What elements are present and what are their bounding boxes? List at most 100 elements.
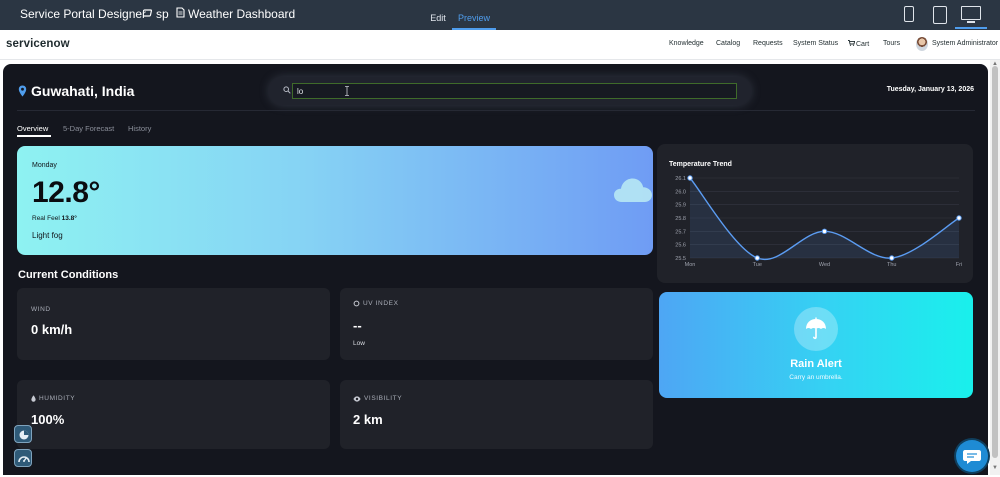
scrollbar-thumb[interactable] (992, 66, 998, 458)
y-tick-label: 25.6 (675, 243, 686, 249)
widget-inspector-button[interactable] (14, 425, 32, 443)
nav-cart[interactable]: Cart (848, 40, 869, 48)
header-divider (17, 110, 975, 111)
tab-preview[interactable]: Preview (452, 0, 496, 30)
uv-index-card: UV INDEX -- Low (340, 288, 653, 360)
city-search-input[interactable] (292, 83, 737, 99)
visibility-value: 2 km (353, 412, 383, 427)
temperature-trend-card: Temperature Trend 25.5 25.6 25.7 25.8 25.9 26… (657, 144, 973, 283)
visibility-header: VISIBILITY (353, 395, 402, 402)
real-feel: Real Feel 13.8° (32, 215, 77, 222)
servicenow-logo[interactable]: servicenow (6, 38, 70, 50)
umbrella-badge (794, 307, 838, 351)
chat-bubble-icon (963, 450, 981, 464)
temperature-point[interactable] (956, 215, 962, 221)
desktop-stand (967, 21, 975, 23)
current-date: Tuesday, January 13, 2026 (886, 86, 974, 93)
x-tick-label: Tue (753, 262, 762, 268)
pie-chart-icon (19, 430, 29, 440)
tab-5-day-forecast[interactable]: 5-Day Forecast (63, 124, 114, 133)
wind-value: 0 km/h (31, 322, 73, 337)
current-conditions-title: Current Conditions (18, 269, 119, 281)
x-tick-label: Mon (685, 262, 696, 268)
nav-knowledge[interactable]: Knowledge (669, 40, 704, 47)
uv-index-header: UV INDEX (353, 300, 399, 307)
eye-icon (353, 395, 361, 402)
uv-index-label: UV INDEX (363, 300, 399, 307)
breadcrumb-page[interactable]: Weather Dashboard (176, 7, 295, 21)
nav-catalog[interactable]: Catalog (716, 40, 740, 47)
y-tick-label: 25.9 (675, 203, 686, 209)
active-device-indicator (955, 27, 987, 29)
rain-alert-title: Rain Alert (790, 358, 842, 370)
temperature-point[interactable] (821, 228, 828, 235)
uv-index-level: Low (353, 340, 365, 347)
tab-history[interactable]: History (128, 124, 151, 133)
designer-toolbar: Service Portal Designer sp Weather Dashb… (0, 0, 1000, 30)
temperature-trend-chart: 25.525.625.725.825.926.026.1Mon Tue Wed Thu… (675, 175, 962, 268)
cart-icon (848, 40, 856, 48)
x-tick-label: Thu (887, 262, 896, 268)
breadcrumb-page-label: Weather Dashboard (188, 7, 296, 21)
text-cursor-icon (345, 86, 349, 96)
designer-tabs: Edit Preview (424, 0, 496, 30)
nav-requests[interactable]: Requests (753, 40, 783, 47)
location-name: Guwahati, India (31, 83, 135, 99)
temperature-point[interactable] (687, 175, 693, 181)
humidity-value: 100% (31, 412, 65, 427)
current-temperature: 12.8° (32, 176, 100, 209)
x-tick-label: Fri (956, 262, 962, 268)
visibility-card: VISIBILITY 2 km (340, 380, 653, 449)
humidity-header: HUMIDITY (31, 395, 75, 402)
y-tick-label: 25.7 (675, 229, 686, 235)
temperature-point[interactable] (889, 255, 895, 261)
portal-icon (141, 8, 153, 21)
x-tick-label: Wed (819, 262, 830, 268)
real-feel-value: 13.8° (61, 215, 77, 222)
chat-button[interactable] (956, 440, 988, 472)
current-day: Monday (32, 162, 57, 169)
gauge-icon (18, 456, 30, 463)
active-tab-indicator (17, 135, 51, 137)
nav-tours[interactable]: Tours (883, 40, 900, 47)
humidity-label: HUMIDITY (39, 395, 76, 402)
uv-index-value: -- (353, 318, 362, 333)
tablet-icon[interactable] (933, 6, 947, 24)
umbrella-icon (806, 317, 826, 340)
user-avatar[interactable] (916, 37, 928, 51)
tab-edit[interactable]: Edit (424, 0, 452, 30)
search-icon (283, 86, 291, 94)
weather-description: Light fog (32, 231, 63, 240)
location-header: Guwahati, India (18, 83, 134, 99)
real-feel-label: Real Feel (32, 215, 60, 222)
current-weather-card: Monday 12.8° Real Feel 13.8° Light fog (17, 146, 653, 255)
scroll-up-icon[interactable]: ▲ (992, 61, 998, 67)
cloud-icon (614, 178, 652, 202)
user-name[interactable]: System Administrator (932, 40, 998, 47)
nav-cart-label: Cart (856, 40, 870, 48)
temperature-point[interactable] (754, 255, 760, 261)
weather-dashboard: Guwahati, India Tuesday, January 13, 202… (3, 64, 988, 475)
nav-system-status[interactable]: System Status (793, 40, 838, 47)
rain-alert-message: Carry an umbrella. (789, 374, 843, 381)
droplet-icon (31, 395, 36, 402)
search-container (269, 77, 751, 105)
y-tick-label: 25.8 (675, 216, 686, 222)
portal-header: servicenow Knowledge Catalog Requests Sy… (0, 30, 1000, 60)
visibility-label: VISIBILITY (364, 395, 403, 402)
page-icon (176, 7, 185, 21)
breadcrumb-portal[interactable]: sp (141, 7, 169, 21)
y-tick-label: 26.1 (675, 176, 686, 182)
sun-icon (353, 300, 360, 307)
performance-button[interactable] (14, 449, 32, 467)
y-tick-label: 26.0 (675, 189, 686, 195)
rain-alert-card: Rain Alert Carry an umbrella. (659, 292, 973, 398)
desktop-icon[interactable] (961, 6, 981, 20)
breadcrumb-portal-label: sp (156, 7, 169, 21)
tab-overview[interactable]: Overview (17, 124, 48, 133)
designer-title: Service Portal Designer (20, 7, 147, 21)
scroll-down-icon[interactable]: ▼ (992, 465, 998, 471)
wind-card: WIND 0 km/h (17, 288, 330, 360)
phone-icon[interactable] (904, 6, 914, 22)
humidity-card: HUMIDITY 100% (17, 380, 330, 449)
